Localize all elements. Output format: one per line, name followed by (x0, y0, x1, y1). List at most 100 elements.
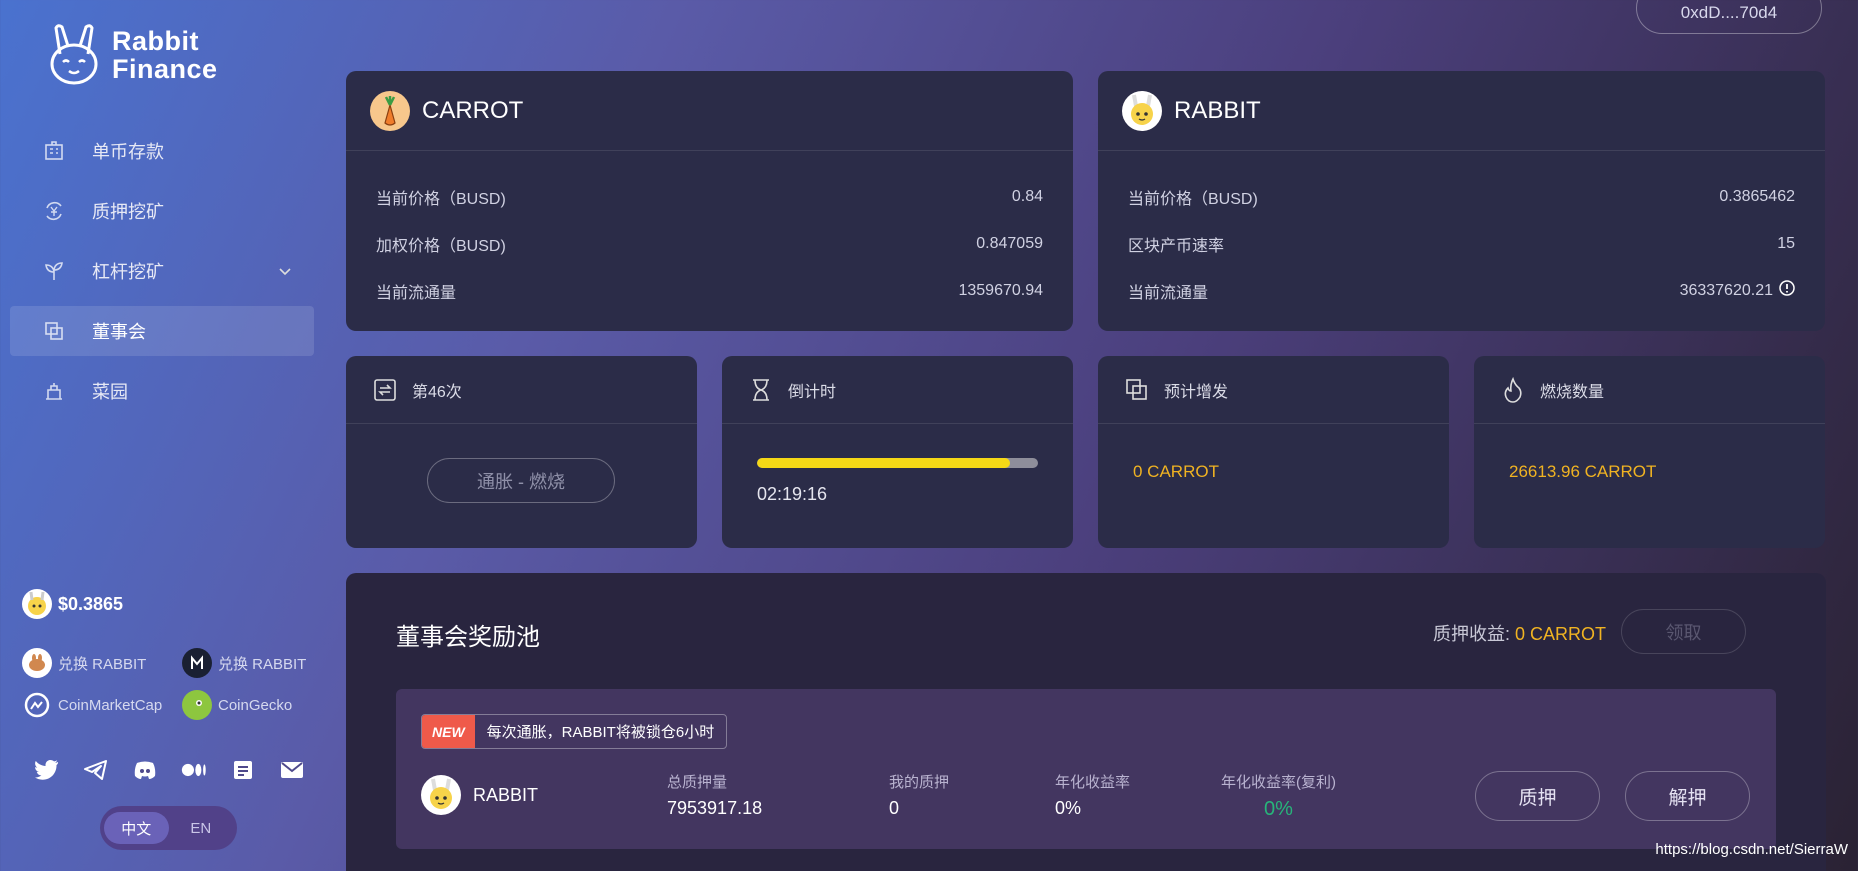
chevron-down-icon[interactable] (278, 262, 292, 283)
my-staked-label: 我的质押 (889, 774, 950, 791)
countdown-card: 倒计时 02:19:16 (722, 356, 1073, 548)
carrot-icon (370, 90, 410, 131)
lang-en-button[interactable]: EN (169, 812, 234, 844)
pool-token-name: RABBIT (473, 784, 539, 805)
rabbit-logo-icon (50, 24, 98, 85)
rabbit-supply-row: 当前流通量 36337620.21 (1128, 267, 1795, 314)
pancakeswap-icon (22, 648, 52, 678)
carrot-title: CARROT (422, 96, 524, 124)
row-value: 0.3865462 (1719, 187, 1795, 205)
row-label: 区块产币速率 (1128, 237, 1225, 255)
rabbit-price: $0.3865 (22, 589, 123, 619)
apr-value: 0% (1055, 798, 1082, 818)
swap-mdex-link[interactable]: 兑换 RABBIT (182, 648, 306, 678)
sprout-icon (42, 259, 66, 283)
rabbit-price-value: $0.3865 (58, 593, 124, 614)
sidebar-item-label: 菜园 (92, 382, 128, 402)
countdown-title: 倒计时 (788, 383, 837, 401)
sidebar-item-deposit[interactable]: 单币存款 (10, 126, 314, 176)
link-label: 兑换 RABBIT (218, 655, 307, 673)
apr-label: 年化收益率 (1055, 774, 1131, 791)
telegram-icon[interactable] (83, 757, 109, 783)
link-label: CoinMarketCap (58, 696, 163, 714)
inflation-burn-button[interactable]: 通胀 - 燃烧 (427, 458, 615, 503)
rabbit-title: RABBIT (1174, 96, 1261, 124)
row-value: 0.84 (1011, 187, 1043, 205)
flame-icon (1500, 376, 1526, 403)
carrot-supply-row: 当前流通量 1359670.94 (376, 267, 1043, 314)
coingecko-icon (182, 690, 212, 720)
row-label: 当前价格（BUSD) (376, 190, 506, 208)
sidebar-nav: 单币存款 质押挖矿 杠杆挖矿 董事会 菜园 (10, 126, 314, 426)
expected-title: 预计增发 (1164, 383, 1229, 401)
sidebar-item-label: 单币存款 (92, 142, 164, 162)
sidebar-item-boardroom[interactable]: 董事会 (10, 306, 314, 356)
claim-button[interactable]: 领取 (1621, 609, 1746, 654)
row-value: 1359670.94 (958, 281, 1043, 299)
medium-icon[interactable] (181, 757, 207, 783)
coinmarketcap-link[interactable]: CoinMarketCap (22, 690, 182, 720)
apr: 年化收益率 0% (1055, 771, 1130, 819)
twitter-icon[interactable] (34, 757, 60, 783)
squares-icon (42, 319, 66, 343)
boardroom-reward-pool: 董事会奖励池 质押收益: 0 CARROT 领取 NEW 每次通胀，RABBIT… (346, 573, 1826, 871)
row-value-wrap: 36337620.21 (1680, 280, 1795, 301)
link-label: 兑换 RABBIT (58, 655, 147, 673)
total-staked-value: 7953917.18 (667, 798, 763, 818)
earn-label: 质押收益: (1432, 624, 1510, 644)
countdown-time: 02:19:16 (757, 484, 828, 504)
burn-value: 26613.96 CARROT (1509, 462, 1657, 481)
row-label: 加权价格（BUSD) (376, 237, 506, 255)
sidebar-item-label: 董事会 (92, 322, 146, 342)
discord-icon[interactable] (132, 757, 158, 783)
swap-pancake-link[interactable]: 兑换 RABBIT (22, 648, 182, 678)
sidebar-item-leverage[interactable]: 杠杆挖矿 (10, 246, 314, 296)
yen-exchange-icon (42, 199, 66, 223)
link-label: CoinGecko (218, 696, 293, 714)
row-label: 当前流通量 (1128, 284, 1209, 302)
round-card: 第46次 通胀 - 燃烧 (346, 356, 697, 548)
carrot-card-header: CARROT (346, 71, 1073, 151)
docs-icon[interactable] (230, 757, 256, 783)
apy-label: 年化收益率(复利) (1221, 774, 1336, 791)
rabbit-avatar-icon (22, 589, 52, 619)
garden-icon (42, 379, 66, 403)
rabbit-token-icon (421, 775, 461, 815)
mail-icon[interactable] (279, 757, 305, 783)
carrot-weighted-price-row: 加权价格（BUSD) 0.847059 (376, 220, 1043, 267)
stake-button[interactable]: 质押 (1475, 771, 1600, 821)
row-label: 当前流通量 (376, 284, 457, 302)
sidebar: Rabbit Finance 单币存款 质押挖矿 杠杆挖矿 董事会 菜园 $0.… (0, 0, 330, 871)
unstake-button[interactable]: 解押 (1625, 771, 1750, 821)
wallet-address-button[interactable]: 0xdD....70d4 (1636, 0, 1822, 34)
sidebar-item-label: 杠杆挖矿 (92, 262, 164, 282)
row-value: 0.847059 (976, 234, 1043, 252)
coingecko-link[interactable]: CoinGecko (182, 690, 292, 720)
brand-logo[interactable]: Rabbit Finance (46, 24, 218, 86)
coinmarketcap-icon (22, 690, 52, 720)
round-title: 第46次 (412, 383, 462, 401)
carrot-card: CARROT 当前价格（BUSD) 0.84 加权价格（BUSD) 0.8470… (346, 71, 1073, 331)
lang-zh-button[interactable]: 中文 (104, 812, 169, 844)
apy-value: 0% (1264, 798, 1293, 820)
info-icon[interactable] (1779, 280, 1795, 301)
sidebar-item-staking[interactable]: 质押挖矿 (10, 186, 314, 236)
rabbit-card-header: RABBIT (1098, 71, 1825, 151)
pool-token: RABBIT (421, 775, 538, 815)
external-links: 兑换 RABBIT 兑换 RABBIT CoinMarketCap CoinGe… (22, 648, 322, 732)
earn-value: 0 CARROT (1514, 624, 1606, 644)
pool-title: 董事会奖励池 (396, 624, 540, 651)
pool-row: NEW 每次通胀，RABBIT将被锁仓6小时 RABBIT 总质押量 79539… (396, 689, 1776, 849)
pool-earnings: 质押收益: 0 CARROT (1433, 620, 1606, 646)
countdown-progress-bar (757, 458, 1038, 468)
cycle-icon (372, 377, 398, 403)
squares-icon (1124, 377, 1150, 403)
mdex-icon (182, 648, 212, 678)
row-value: 15 (1777, 234, 1795, 252)
new-badge: NEW (422, 715, 475, 748)
sidebar-item-garden[interactable]: 菜园 (10, 366, 314, 416)
carrot-price-row: 当前价格（BUSD) 0.84 (376, 173, 1043, 220)
burn-title: 燃烧数量 (1540, 383, 1605, 401)
total-staked-label: 总质押量 (667, 774, 728, 791)
lock-notice: NEW 每次通胀，RABBIT将被锁仓6小时 (421, 714, 728, 749)
